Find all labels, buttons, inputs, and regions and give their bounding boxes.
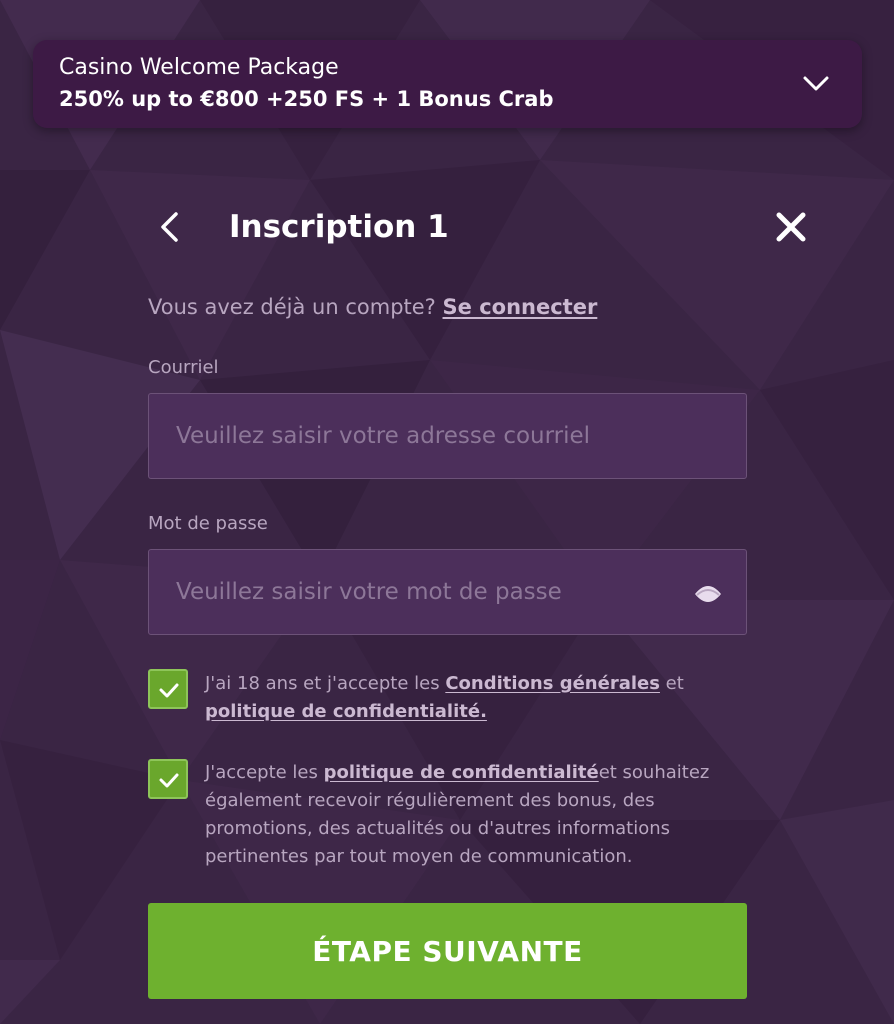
- checkmark-icon: [159, 683, 179, 698]
- page-title: Inscription 1: [229, 209, 449, 245]
- email-label: Courriel: [148, 357, 219, 378]
- promo-title: Casino Welcome Package: [59, 55, 339, 80]
- login-link[interactable]: Se connecter: [443, 295, 598, 319]
- chevron-down-icon[interactable]: [800, 70, 832, 96]
- checkmark-icon: [159, 773, 179, 788]
- next-step-button[interactable]: ÉTAPE SUIVANTE: [148, 903, 747, 999]
- email-field[interactable]: [148, 393, 747, 479]
- chevron-left-icon[interactable]: [152, 206, 190, 248]
- welcome-package-banner[interactable]: Casino Welcome Package 250% up to €800 +…: [33, 40, 862, 128]
- password-label: Mot de passe: [148, 513, 268, 534]
- terms-consent-text: J'ai 18 ans et j'accepte les Conditions …: [205, 670, 725, 726]
- consent-text: et: [659, 673, 684, 694]
- consent-text: J'accepte les: [205, 762, 324, 783]
- marketing-consent-text: J'accepte les politique de confidentiali…: [205, 759, 725, 871]
- privacy-policy-link[interactable]: politique de confidentialité.: [205, 701, 487, 722]
- promo-offer: 250% up to €800 +250 FS + 1 Bonus Crab: [59, 87, 554, 111]
- login-prompt-text: Vous avez déjà un compte?: [148, 295, 436, 319]
- marketing-checkbox[interactable]: [148, 759, 188, 799]
- password-field[interactable]: [148, 549, 747, 635]
- privacy-policy-link[interactable]: politique de confidentialité: [324, 762, 599, 783]
- terms-link[interactable]: Conditions générales: [445, 673, 660, 694]
- consent-text: J'ai 18 ans et j'accepte les: [205, 673, 446, 694]
- eye-icon[interactable]: [692, 579, 724, 609]
- close-icon[interactable]: [770, 206, 812, 248]
- terms-checkbox[interactable]: [148, 669, 188, 709]
- registration-panel: Inscription 1 Vous avez déjà un compte? …: [0, 0, 894, 1024]
- login-prompt: Vous avez déjà un compte? Se connecter: [148, 292, 597, 322]
